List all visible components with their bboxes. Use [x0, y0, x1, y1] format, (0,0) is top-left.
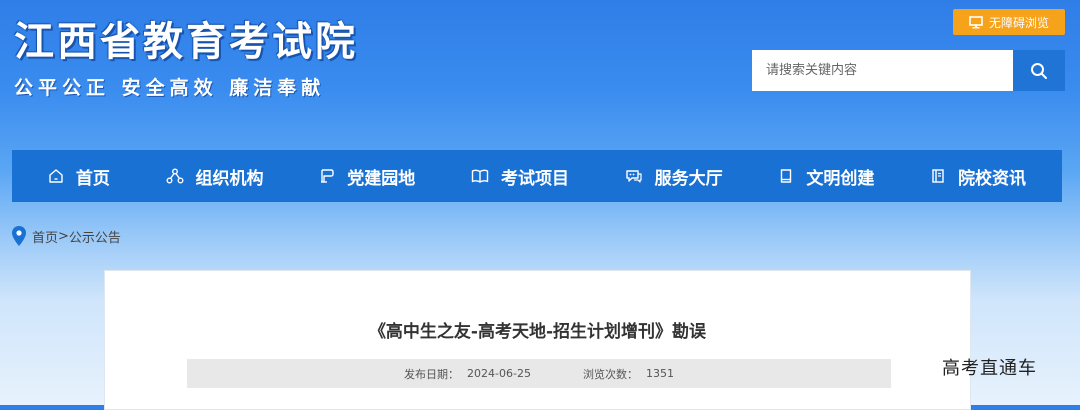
document-icon	[932, 169, 944, 183]
open-book-icon	[471, 169, 489, 183]
watermark-text: 高考直通车	[942, 358, 1037, 379]
chat-icon	[625, 170, 642, 183]
org-chart-icon	[166, 168, 184, 184]
site-title: 江西省教育考试院	[14, 19, 358, 65]
monitor-icon	[969, 15, 983, 28]
nav-item-civilization[interactable]: 文明创建	[778, 150, 874, 202]
nav-item-label: 组织机构	[195, 168, 264, 189]
article-meta: 发布日期： 2024-06-25 浏览次数： 1351	[187, 359, 891, 388]
search-box	[752, 50, 1065, 91]
search-button[interactable]	[1013, 50, 1065, 91]
location-pin-icon	[12, 226, 26, 246]
nav-item-organization[interactable]: 组织机构	[166, 150, 264, 202]
nav-item-college-news[interactable]: 院校资讯	[930, 150, 1026, 202]
views-count: 1351	[645, 367, 674, 380]
nav-item-label: 党建园地	[347, 168, 416, 189]
publish-date: 2024-06-25	[467, 367, 531, 380]
search-input[interactable]	[752, 50, 1013, 91]
flag-icon	[321, 169, 334, 183]
nav-item-party-building[interactable]: 党建园地	[319, 150, 415, 202]
nav-item-service-hall[interactable]: 服务大厅	[625, 150, 723, 202]
nav-item-label: 院校资讯	[958, 168, 1027, 189]
breadcrumb-current[interactable]: 公示公告	[69, 227, 121, 246]
home-icon	[49, 169, 63, 183]
breadcrumb-home-link[interactable]: 首页	[32, 227, 58, 246]
article-card: 《高中生之友-高考天地-招生计划增刊》勘误 发布日期： 2024-06-25 浏…	[104, 270, 971, 410]
publish-date-label: 发布日期：	[404, 367, 460, 381]
main-nav: 首页 组织机构 党建园地 考试项目 服务大厅 文明创建 院校资讯	[12, 150, 1062, 202]
nav-item-label: 文明创建	[806, 168, 875, 189]
breadcrumb: 首页 > 公示公告	[12, 225, 121, 247]
breadcrumb-separator: >	[58, 228, 69, 244]
nav-item-label: 考试项目	[500, 168, 569, 189]
nav-item-home[interactable]: 首页	[48, 150, 110, 202]
search-icon	[1031, 62, 1047, 79]
book-icon	[781, 169, 792, 183]
site-slogan: 公平公正 安全高效 廉洁奉献	[14, 77, 326, 99]
accessibility-button[interactable]: 无障碍浏览	[953, 9, 1065, 35]
nav-item-label: 首页	[75, 168, 110, 189]
nav-item-exams[interactable]: 考试项目	[471, 150, 569, 202]
nav-item-label: 服务大厅	[654, 168, 723, 189]
views-label: 浏览次数：	[582, 367, 638, 381]
accessibility-label: 无障碍浏览	[988, 15, 1049, 30]
article-title: 《高中生之友-高考天地-招生计划增刊》勘误	[368, 322, 707, 342]
